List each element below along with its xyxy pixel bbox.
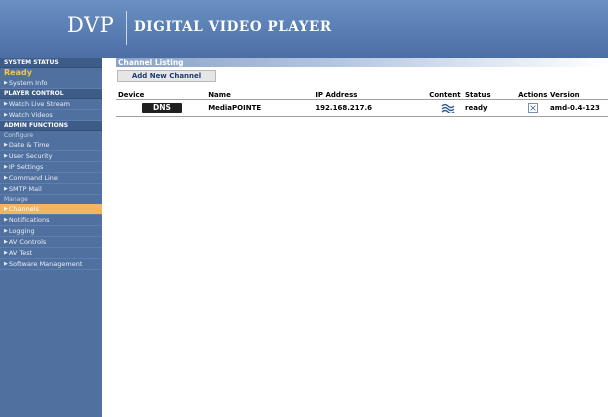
arrow-right-icon: ▶ — [4, 164, 8, 170]
sidebar: SYSTEM STATUS Ready ▶System Info PLAYER … — [0, 58, 102, 417]
sidebar-item-label: SMTP Mail — [8, 185, 42, 193]
channel-listing-title: Channel Listing — [116, 58, 608, 67]
main-content: Channel Listing Add New Channel Device N… — [116, 58, 608, 117]
sidebar-item-label: Date & Time — [8, 141, 50, 149]
column-header-content: Content — [427, 91, 464, 100]
sidebar-item-notifications[interactable]: ▶Notifications — [0, 215, 102, 226]
sidebar-item-av-controls[interactable]: ▶AV Controls — [0, 237, 102, 248]
arrow-right-icon: ▶ — [4, 142, 8, 148]
table-row: DNS MediaPOINTE 192.168.217.6 ready amd-… — [116, 99, 608, 117]
sidebar-item-date-time[interactable]: ▶Date & Time — [0, 140, 102, 151]
sidebar-item-watch-videos[interactable]: ▶Watch Videos — [0, 110, 102, 121]
sidebar-item-logging[interactable]: ▶Logging — [0, 226, 102, 237]
arrow-right-icon: ▶ — [4, 153, 8, 159]
dns-device-logo: DNS — [142, 103, 182, 113]
sidebar-item-label: IP Settings — [8, 163, 44, 171]
stream-waves-icon[interactable] — [441, 103, 455, 113]
sidebar-item-label: Watch Live Stream — [8, 100, 71, 108]
sidebar-section-player-control: PLAYER CONTROL — [0, 89, 102, 99]
cell-device: DNS — [116, 99, 207, 117]
sidebar-item-user-security[interactable]: ▶User Security — [0, 151, 102, 162]
sidebar-subheading-configure: Configure — [4, 132, 34, 139]
sidebar-item-channels[interactable]: ▶Channels — [0, 204, 102, 215]
sidebar-item-label: System Info — [8, 79, 48, 87]
sidebar-item-system-info[interactable]: ▶System Info — [0, 78, 102, 89]
sidebar-item-av-test[interactable]: ▶AV Test — [0, 248, 102, 259]
arrow-right-icon: ▶ — [4, 80, 8, 86]
sidebar-item-label: AV Test — [8, 249, 33, 257]
sidebar-item-software-management[interactable]: ▶Software Management — [0, 259, 102, 270]
logo-separator — [126, 11, 127, 45]
arrow-right-icon: ▶ — [4, 206, 8, 212]
column-header-status: Status — [463, 91, 517, 100]
sidebar-section-admin-functions: ADMIN FUNCTIONS — [0, 121, 102, 131]
sidebar-item-ip-settings[interactable]: ▶IP Settings — [0, 162, 102, 173]
sidebar-item-smtp-mail[interactable]: ▶SMTP Mail — [0, 184, 102, 195]
sidebar-item-watch-live-stream[interactable]: ▶Watch Live Stream — [0, 99, 102, 110]
arrow-right-icon: ▶ — [4, 239, 8, 245]
column-header-actions: Actions — [516, 91, 549, 100]
column-header-version: Version — [548, 91, 608, 100]
cell-content — [427, 99, 464, 117]
cell-actions — [516, 99, 549, 117]
sidebar-subheading-manage: Manage — [4, 196, 28, 203]
cell-name: MediaPOINTE — [206, 99, 314, 117]
status-ready-text: Ready — [4, 68, 32, 77]
arrow-right-icon: ▶ — [4, 217, 8, 223]
table-header-row: Device Name IP Address Content Status Ac… — [116, 91, 608, 100]
sidebar-item-label: Notifications — [8, 216, 50, 224]
arrow-right-icon: ▶ — [4, 101, 8, 107]
sidebar-item-label: Command Line — [8, 174, 58, 182]
cell-version: amd-0.4-123 — [548, 99, 608, 117]
sidebar-item-label: Logging — [8, 227, 35, 235]
arrow-right-icon: ▶ — [4, 250, 8, 256]
sidebar-item-label: AV Controls — [8, 238, 47, 246]
column-header-name: Name — [206, 91, 314, 100]
sidebar-item-label: Watch Videos — [8, 111, 53, 119]
column-header-ip-address: IP Address — [313, 91, 428, 100]
arrow-right-icon: ▶ — [4, 186, 8, 192]
add-new-channel-button[interactable]: Add New Channel — [117, 70, 216, 82]
arrow-right-icon: ▶ — [4, 112, 8, 118]
cell-ip-address: 192.168.217.6 — [313, 99, 428, 117]
sidebar-item-label: Software Management — [8, 260, 83, 268]
column-header-device: Device — [116, 91, 207, 100]
cell-status: ready — [463, 99, 517, 117]
app-title: DIGITAL VIDEO PLAYER — [134, 19, 332, 35]
arrow-right-icon: ▶ — [4, 261, 8, 267]
sidebar-item-label: User Security — [8, 152, 53, 160]
arrow-right-icon: ▶ — [4, 175, 8, 181]
app-header: DVP DIGITAL VIDEO PLAYER — [0, 0, 608, 58]
delete-x-icon[interactable] — [528, 103, 539, 113]
dvp-logo: DVP — [67, 13, 115, 37]
arrow-right-icon: ▶ — [4, 228, 8, 234]
sidebar-item-command-line[interactable]: ▶Command Line — [0, 173, 102, 184]
sidebar-section-system-status: SYSTEM STATUS — [0, 58, 102, 68]
channel-table: Device Name IP Address Content Status Ac… — [116, 91, 608, 117]
sidebar-item-label: Channels — [8, 205, 39, 213]
